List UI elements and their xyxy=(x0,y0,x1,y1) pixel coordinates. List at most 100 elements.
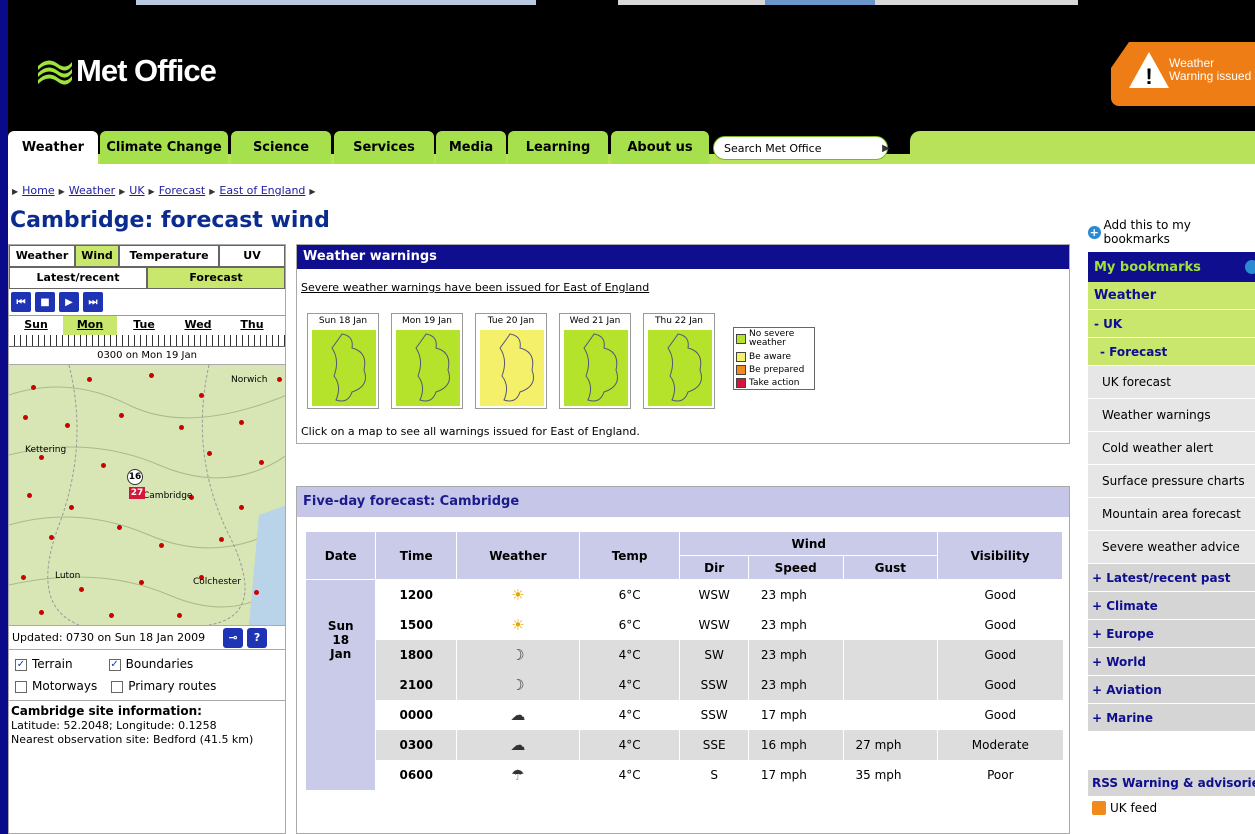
speed-cell: 23 mph xyxy=(747,639,843,670)
warning-map[interactable]: Wed 21 Jan xyxy=(559,313,631,409)
rss-title: RSS Warning & advisories xyxy=(1088,770,1255,796)
weather-warning-badge[interactable]: ! Weather Warning issued xyxy=(1111,42,1255,106)
sidebar-link[interactable]: Severe weather advice xyxy=(1088,531,1255,564)
day-cell xyxy=(304,699,376,790)
search-input[interactable]: Search Met Office xyxy=(713,136,888,160)
temp-cell: 4°C xyxy=(578,699,680,730)
sidebar-group[interactable]: + Aviation xyxy=(1088,676,1255,704)
map-tab-wind[interactable]: Wind xyxy=(75,245,119,267)
warning-map[interactable]: Mon 19 Jan xyxy=(391,313,463,409)
window-frame xyxy=(0,0,8,834)
warnings-legend: No severe weather Be aware Be prepared Take… xyxy=(733,327,815,390)
gust-cell xyxy=(842,639,938,670)
primary-routes-checkbox[interactable] xyxy=(111,680,124,693)
day-thu[interactable]: Thu xyxy=(225,316,279,335)
page-title: Cambridge: forecast wind xyxy=(10,208,330,233)
search-go-icon[interactable]: ▶ xyxy=(876,136,896,160)
sidebar-item-uk[interactable]: - UK xyxy=(1088,310,1255,338)
sidebar-link[interactable]: UK forecast xyxy=(1088,366,1255,399)
tab-climate-change[interactable]: Climate Change xyxy=(100,131,228,164)
stop-icon[interactable]: ■ xyxy=(35,292,55,312)
dir-cell: WSW xyxy=(679,579,749,610)
play-icon[interactable]: ▶ xyxy=(59,292,79,312)
tab-weather[interactable]: Weather xyxy=(8,131,98,164)
visibility-cell: Good xyxy=(937,639,1063,670)
warnings-link[interactable]: Severe weather warnings have been issued… xyxy=(301,281,649,294)
tab-learning[interactable]: Learning xyxy=(508,131,608,164)
day-tue[interactable]: Tue xyxy=(117,316,171,335)
warning-map[interactable]: Sun 18 Jan xyxy=(307,313,379,409)
add-bookmark-link[interactable]: + Add this to my bookmarks xyxy=(1088,218,1255,246)
wind-gust-marker[interactable]: 27 xyxy=(129,487,145,499)
col-dir: Dir xyxy=(679,555,749,580)
day-mon[interactable]: Mon xyxy=(63,316,117,335)
map-tab-uv[interactable]: UV xyxy=(219,245,285,267)
tab-science[interactable]: Science xyxy=(231,131,331,164)
sidebar-link[interactable]: Weather warnings xyxy=(1088,399,1255,432)
visibility-cell: Good xyxy=(937,669,1063,700)
crumb-east-of-england[interactable]: East of England xyxy=(219,184,305,197)
warning-map[interactable]: Tue 20 Jan xyxy=(475,313,547,409)
sidebar-group[interactable]: + World xyxy=(1088,648,1255,676)
my-bookmarks-header[interactable]: My bookmarks xyxy=(1088,252,1255,282)
map-tab-temperature[interactable]: Temperature xyxy=(119,245,219,267)
sidebar-group[interactable]: + Europe xyxy=(1088,620,1255,648)
day-wed[interactable]: Wed xyxy=(171,316,225,335)
time-slider[interactable] xyxy=(9,335,285,347)
warning-map-date: Mon 19 Jan xyxy=(401,316,453,326)
skip-start-icon[interactable]: ⏮ xyxy=(11,292,31,312)
sidebar-link[interactable]: Mountain area forecast xyxy=(1088,498,1255,531)
sidebar-nav: My bookmarks Weather - UK - Forecast UK … xyxy=(1088,252,1255,732)
crumb-weather[interactable]: Weather xyxy=(69,184,115,197)
subtab-forecast[interactable]: Forecast xyxy=(147,267,285,289)
boundaries-checkbox[interactable]: ✓ xyxy=(108,658,121,671)
time-cell: 2100 xyxy=(375,669,457,700)
day-sun[interactable]: Sun xyxy=(9,316,63,335)
tab-media[interactable]: Media xyxy=(436,131,506,164)
dir-cell: SSW xyxy=(679,669,749,700)
skip-end-icon[interactable]: ⏭ xyxy=(83,292,103,312)
site-obs: Nearest observation site: Bedford (41.5 … xyxy=(11,733,254,746)
map-tab-weather[interactable]: Weather xyxy=(9,245,75,267)
col-wind: Wind xyxy=(679,531,939,556)
visibility-cell: Moderate xyxy=(937,729,1063,760)
tab-about-us[interactable]: About us xyxy=(611,131,709,164)
forecast-row: 1800 ☽ 4°C SW 23 mph Good xyxy=(306,639,1063,670)
help-icon[interactable]: ? xyxy=(247,627,268,648)
warnings-note: Click on a map to see all warnings issue… xyxy=(301,425,640,438)
crumb-forecast[interactable]: Forecast xyxy=(159,184,206,197)
wind-speed-marker[interactable]: 16 xyxy=(127,469,143,485)
time-cell: 1200 xyxy=(375,579,457,610)
subtab-latest-recent[interactable]: Latest/recent xyxy=(9,267,147,289)
met-office-logo[interactable]: Met Office xyxy=(36,53,217,89)
sidebar-group[interactable]: + Latest/recent past xyxy=(1088,564,1255,592)
gust-cell xyxy=(842,609,938,640)
expand-icon[interactable] xyxy=(1245,260,1255,274)
rss-icon xyxy=(1092,801,1106,815)
motorways-checkbox[interactable] xyxy=(15,680,27,693)
sidebar-item-forecast[interactable]: - Forecast xyxy=(1088,338,1255,366)
sidebar-link[interactable]: Surface pressure charts xyxy=(1088,465,1255,498)
wind-map[interactable]: Norwich Kettering Cambridge Luton Colche… xyxy=(9,365,285,625)
sidebar-item-weather[interactable]: Weather xyxy=(1088,282,1255,310)
crumb-home[interactable]: Home xyxy=(22,184,54,197)
speed-cell: 23 mph xyxy=(747,609,843,640)
rss-uk-feed[interactable]: UK feed xyxy=(1088,796,1255,820)
forecast-row: 0600 ☂ 4°C S 17 mph 35 mph Poor xyxy=(306,759,1063,790)
key-icon[interactable]: ⊸ xyxy=(223,627,244,648)
map-panel: Weather Wind Temperature UV Latest/recen… xyxy=(8,244,286,834)
forecast-table: Date Time Weather Temp Wind Visibility D… xyxy=(304,531,1063,790)
rss-box: RSS Warning & advisories UK feed xyxy=(1088,770,1255,820)
legend-swatch xyxy=(736,351,746,362)
weather-icon: ☀ xyxy=(455,609,580,640)
col-date: Date xyxy=(304,531,377,580)
sidebar-group[interactable]: + Climate xyxy=(1088,592,1255,620)
crumb-uk[interactable]: UK xyxy=(129,184,144,197)
warning-map[interactable]: Thu 22 Jan xyxy=(643,313,715,409)
col-gust: Gust xyxy=(842,555,939,580)
sidebar-link[interactable]: Cold weather alert xyxy=(1088,432,1255,465)
tab-services[interactable]: Services xyxy=(334,131,434,164)
sidebar-group[interactable]: + Marine xyxy=(1088,704,1255,732)
weather-icon: ☂ xyxy=(455,759,580,790)
terrain-checkbox[interactable]: ✓ xyxy=(15,658,27,671)
